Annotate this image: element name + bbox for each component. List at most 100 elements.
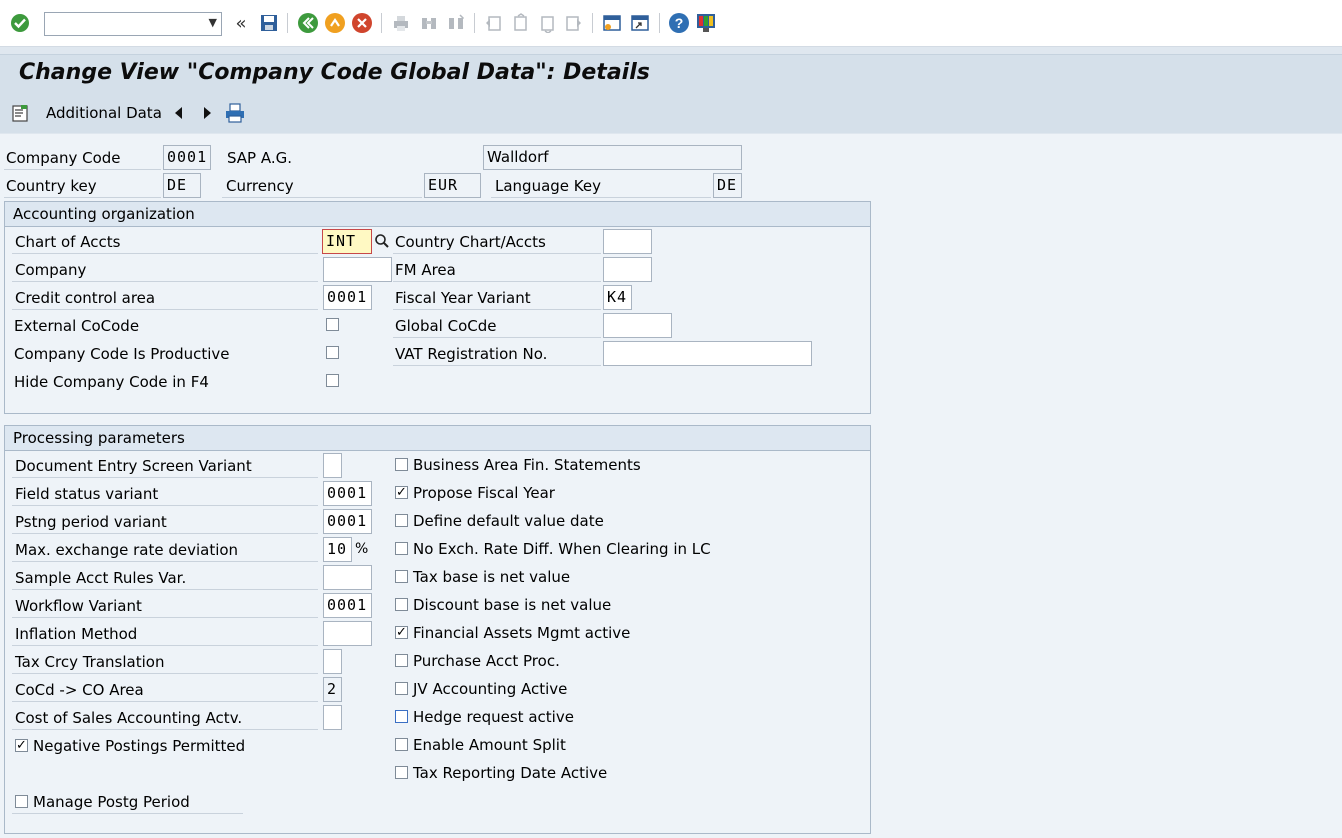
- global-cocde-label: Global CoCde: [395, 317, 497, 335]
- next-page-icon: [536, 12, 558, 34]
- title-bar: Change View "Company Code Global Data": …: [0, 54, 1342, 93]
- find-icon: [418, 12, 440, 34]
- print-icon[interactable]: [224, 102, 246, 124]
- company-name: SAP A.G.: [227, 149, 293, 167]
- option-label: Hedge request active: [413, 708, 574, 726]
- enter-check-icon[interactable]: [9, 12, 31, 34]
- hide-company-code-f4-checkbox[interactable]: [326, 374, 339, 387]
- fiscal-year-variant-label: Fiscal Year Variant: [395, 289, 531, 307]
- field-status-variant-field[interactable]: 0001: [323, 481, 372, 506]
- command-field[interactable]: ▼: [44, 12, 222, 36]
- additional-data-button[interactable]: Additional Data: [46, 104, 162, 122]
- company-code-productive-checkbox[interactable]: [326, 346, 339, 359]
- group-title: Processing parameters: [13, 429, 185, 447]
- option-checkbox[interactable]: [395, 710, 408, 723]
- option-checkbox[interactable]: [395, 514, 408, 527]
- global-cocde-field[interactable]: [603, 313, 672, 338]
- external-cocode-checkbox[interactable]: [326, 318, 339, 331]
- option-checkbox[interactable]: [395, 654, 408, 667]
- option-label: No Exch. Rate Diff. When Clearing in LC: [413, 540, 711, 558]
- company-field[interactable]: [323, 257, 392, 282]
- new-session-icon[interactable]: [601, 12, 623, 34]
- search-help-icon[interactable]: [372, 230, 392, 252]
- chart-of-accts-field[interactable]: INT: [322, 229, 372, 254]
- option-checkbox[interactable]: [395, 598, 408, 611]
- manage-postg-period-label: Manage Postg Period: [33, 793, 190, 811]
- sample-acct-rules-label: Sample Acct Rules Var.: [15, 569, 187, 587]
- pstng-period-variant-label: Pstng period variant: [15, 513, 167, 531]
- max-exchange-rate-field[interactable]: 10: [323, 537, 352, 562]
- credit-control-area-label: Credit control area: [15, 289, 156, 307]
- option-checkbox[interactable]: [395, 682, 408, 695]
- tax-crcy-translation-field[interactable]: [323, 649, 342, 674]
- option-label: JV Accounting Active: [413, 680, 568, 698]
- cocd-co-area-label: CoCd -> CO Area: [15, 681, 144, 699]
- pstng-period-variant-field[interactable]: 0001: [323, 509, 372, 534]
- country-key-label: Country key: [6, 177, 97, 195]
- print-icon: [390, 12, 412, 34]
- svg-text:?: ?: [675, 15, 684, 31]
- country-chart-accts-field[interactable]: [603, 229, 652, 254]
- back-icon[interactable]: [297, 12, 319, 34]
- next-entry-icon[interactable]: [196, 102, 218, 124]
- exit-icon[interactable]: [324, 12, 346, 34]
- external-cocode-label: External CoCode: [14, 317, 140, 335]
- history-chevrons-icon[interactable]: «: [230, 12, 252, 34]
- negative-postings-label: Negative Postings Permitted: [33, 737, 246, 755]
- company-label: Company: [15, 261, 87, 279]
- layout-menu-icon[interactable]: [695, 12, 717, 34]
- workflow-variant-field[interactable]: 0001: [323, 593, 372, 618]
- percent-unit: %: [355, 541, 369, 557]
- option-label: Business Area Fin. Statements: [413, 456, 641, 474]
- inflation-method-field[interactable]: [323, 621, 372, 646]
- option-label: Financial Assets Mgmt active: [413, 624, 631, 642]
- option-label: Tax base is net value: [413, 568, 571, 586]
- inflation-method-label: Inflation Method: [15, 625, 138, 643]
- option-label: Define default value date: [413, 512, 604, 530]
- company-code-productive-label: Company Code Is Productive: [14, 345, 230, 363]
- save-icon[interactable]: [258, 12, 280, 34]
- fiscal-year-variant-field[interactable]: K4: [603, 285, 632, 310]
- cocd-co-area-field[interactable]: 2: [323, 677, 342, 702]
- city-field[interactable]: Walldorf: [483, 145, 742, 170]
- negative-postings-checkbox[interactable]: ✓: [15, 739, 28, 752]
- manage-postg-period-checkbox[interactable]: [15, 795, 28, 808]
- first-page-icon: [482, 12, 504, 34]
- vat-registration-field[interactable]: [603, 341, 812, 366]
- option-checkbox[interactable]: ✓: [395, 486, 408, 499]
- previous-entry-icon[interactable]: [168, 102, 190, 124]
- cost-of-sales-label: Cost of Sales Accounting Actv.: [15, 709, 243, 727]
- fm-area-label: FM Area: [395, 261, 456, 279]
- chart-of-accts-label: Chart of Accts: [15, 233, 121, 251]
- shortcut-icon[interactable]: [629, 12, 651, 34]
- option-checkbox[interactable]: ✓: [395, 626, 408, 639]
- previous-page-icon: [509, 12, 531, 34]
- country-key-field[interactable]: DE: [163, 173, 201, 198]
- fm-area-field[interactable]: [603, 257, 652, 282]
- company-code-field[interactable]: 0001: [163, 145, 211, 170]
- sample-acct-rules-field[interactable]: [323, 565, 372, 590]
- option-checkbox[interactable]: [395, 570, 408, 583]
- last-page-icon: [563, 12, 585, 34]
- system-toolbar: ▼ « ?: [0, 0, 1342, 47]
- company-code-label: Company Code: [6, 149, 121, 167]
- doc-entry-variant-field[interactable]: [323, 453, 342, 478]
- option-checkbox[interactable]: [395, 542, 408, 555]
- language-key-label: Language Key: [495, 177, 601, 195]
- option-checkbox[interactable]: [395, 738, 408, 751]
- option-checkbox[interactable]: [395, 458, 408, 471]
- language-key-field[interactable]: DE: [713, 173, 742, 198]
- cancel-icon[interactable]: [351, 12, 373, 34]
- currency-label: Currency: [226, 177, 294, 195]
- max-exchange-rate-label: Max. exchange rate deviation: [15, 541, 239, 559]
- credit-control-area-field[interactable]: 0001: [323, 285, 372, 310]
- help-icon[interactable]: ?: [668, 12, 690, 34]
- additional-data-icon[interactable]: [9, 102, 31, 124]
- option-label: Tax Reporting Date Active: [413, 764, 608, 782]
- cost-of-sales-field[interactable]: [323, 705, 342, 730]
- tax-crcy-translation-label: Tax Crcy Translation: [15, 653, 165, 671]
- option-checkbox[interactable]: [395, 766, 408, 779]
- chevron-down-icon[interactable]: ▼: [209, 16, 217, 29]
- group-title: Accounting organization: [13, 205, 195, 223]
- currency-field[interactable]: EUR: [424, 173, 481, 198]
